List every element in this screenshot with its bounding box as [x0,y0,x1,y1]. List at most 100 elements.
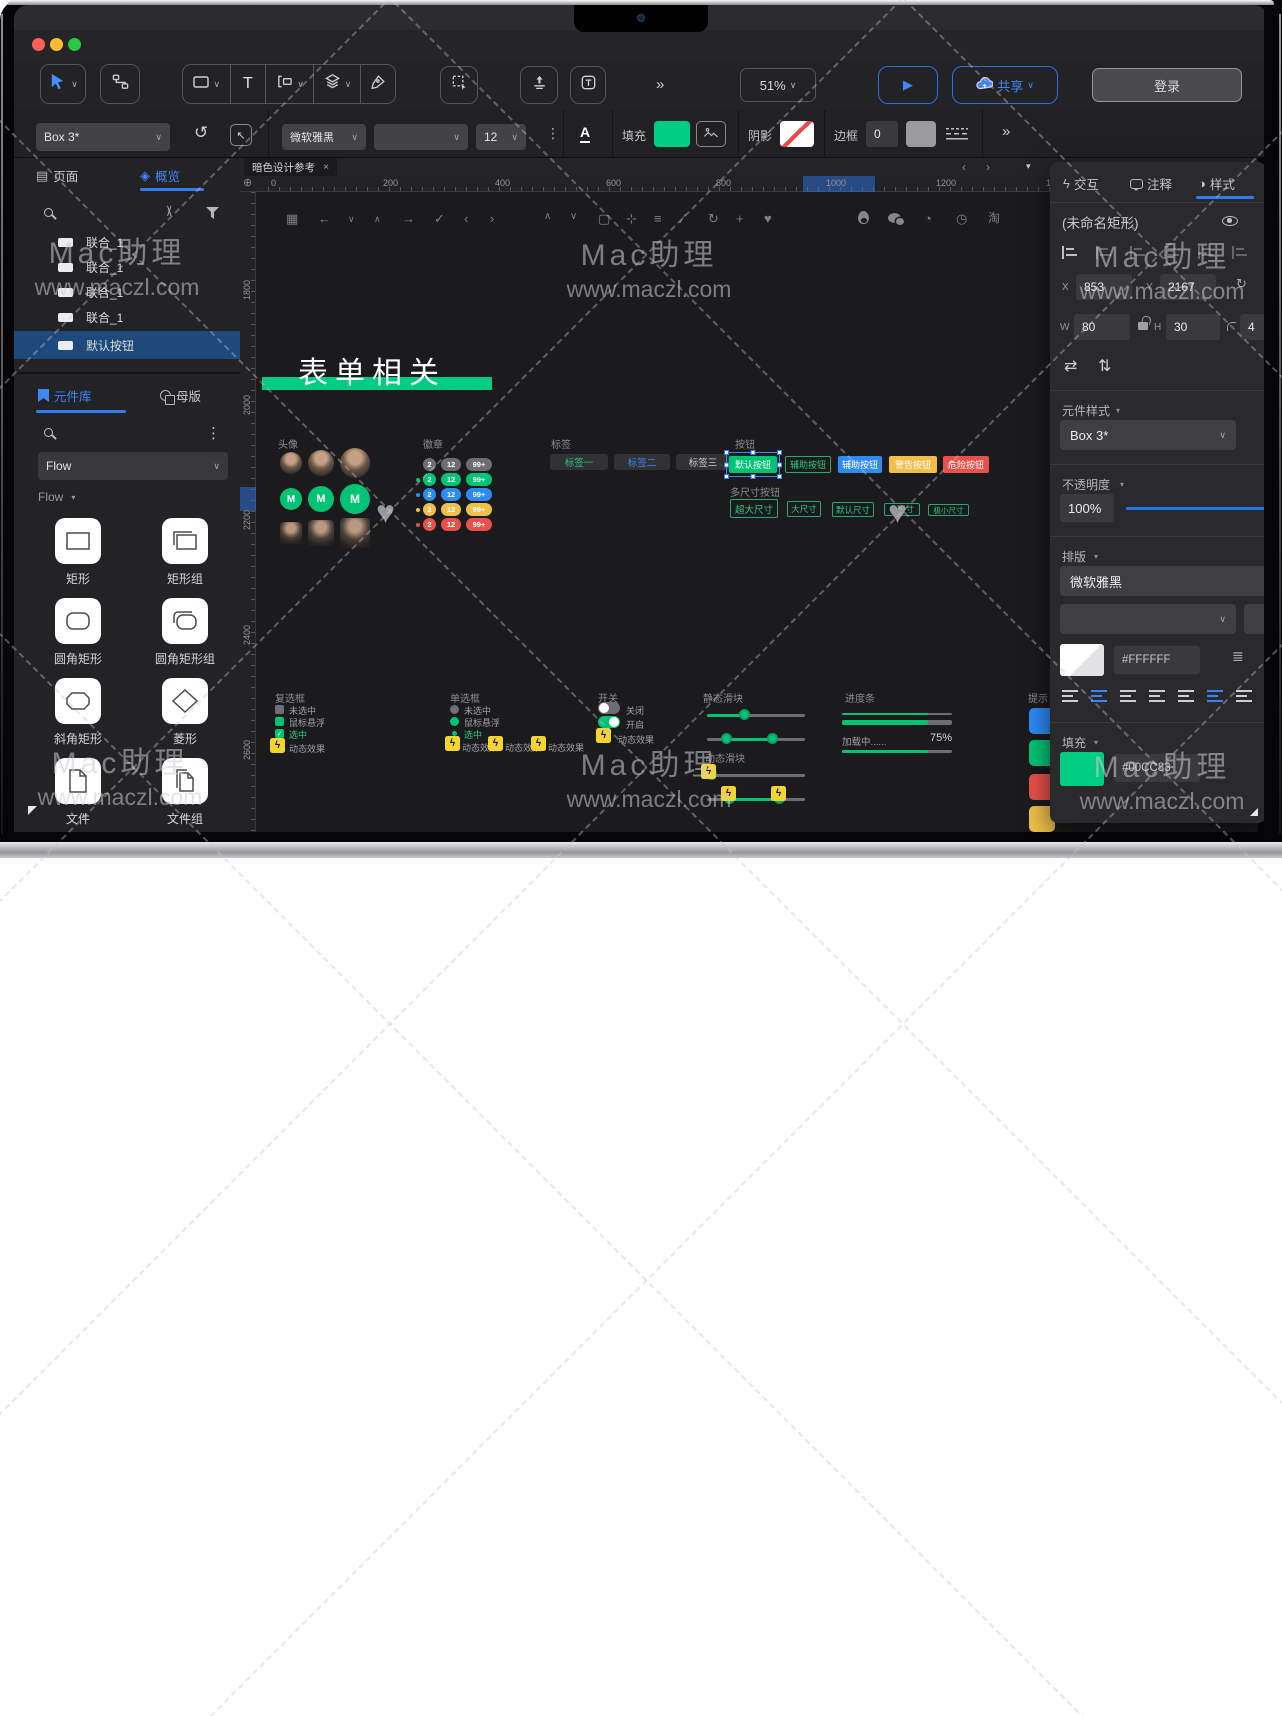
text-align-left-icon[interactable] [1062,690,1078,702]
component-diamond[interactable] [162,678,208,724]
select-source-button[interactable]: ↖ [230,124,252,146]
preview-play-button[interactable]: ▶ [878,66,938,104]
slash-icon[interactable]: ∕ [682,212,684,225]
fullscreen-icon[interactable]: ▢ [598,212,610,225]
component-rect[interactable] [55,518,101,564]
chevron-down-icon[interactable]: ∨ [348,215,355,224]
rectangle-tool-button[interactable]: ∨ [183,65,231,103]
secondary-filled-button-sample[interactable]: 辅助按钮 [838,456,882,473]
size-button-sample[interactable]: 超大尺寸 [730,499,778,518]
badge[interactable]: 2 [423,473,436,486]
align-top-icon[interactable] [1164,246,1179,259]
layer-item[interactable]: 联合_1 [14,280,240,304]
tab-component-library[interactable]: 元件库 [38,386,92,405]
lightning-badge-icon[interactable]: ϟ [721,786,736,801]
flow-connector-tool-button[interactable] [100,64,140,104]
badge[interactable]: 2 [423,488,436,501]
text-align-right-icon[interactable] [1120,690,1136,702]
opacity-slider[interactable] [1126,507,1266,510]
export-tool-button[interactable] [520,66,558,104]
ruler-origin-icon[interactable]: ⊕ [243,178,252,189]
tab-note[interactable]: 注释 [1130,174,1172,193]
search-icon[interactable] [44,428,53,437]
close-window-button[interactable] [32,38,45,51]
align-middle-icon[interactable] [1198,246,1213,259]
tab-overview[interactable]: ◈ 概览 [140,166,180,185]
share-button[interactable]: 共享 ∨ [952,66,1058,104]
switch-off[interactable] [598,702,620,714]
detach-style-icon[interactable]: ↺ [194,123,208,143]
eye-visibility-icon[interactable] [1222,216,1238,226]
badge[interactable]: 99+ [466,473,492,486]
check-icon[interactable]: ✓ [434,212,445,225]
badge[interactable]: 12 [441,503,461,516]
slider-handle[interactable] [739,709,750,720]
badge[interactable]: 2 [423,518,436,531]
badge[interactable]: 99+ [466,503,492,516]
chevron-left-icon[interactable]: ‹ [464,212,468,225]
default-button-sample[interactable]: 默认按钮 [729,456,777,473]
align-center-icon[interactable] [1096,246,1111,259]
canvas-tab[interactable]: 暗色设计参考 × [244,158,337,176]
badge[interactable]: 12 [441,473,461,486]
radius-input[interactable]: 4 [1240,314,1266,340]
filter-icon[interactable] [206,207,219,219]
checkbox-checked[interactable]: ✓ [275,729,284,738]
avatar-initial[interactable]: M [340,484,370,514]
avatar[interactable] [308,450,334,476]
avatar-initial[interactable]: M [308,486,334,512]
component-rounded-rect-group[interactable] [162,598,208,644]
chevron-up-icon[interactable]: ∧ [374,215,381,224]
badge[interactable]: 12 [441,488,461,501]
shadow-none-swatch[interactable] [780,121,814,147]
range-slider-handle[interactable] [721,733,732,744]
caret-down-icon[interactable]: ▾ [1116,406,1120,415]
chevron-right-icon[interactable]: › [490,212,494,225]
heart-icon[interactable]: ♥ [764,212,772,225]
height-input[interactable]: 30 [1166,314,1220,340]
badge[interactable]: 99+ [466,488,492,501]
layer-item[interactable]: 联合_1 [14,230,240,254]
vertical-align-middle-icon[interactable] [1207,690,1223,702]
radio-unchecked[interactable] [450,705,459,714]
flip-vertical-icon[interactable]: ⇅ [1098,356,1111,376]
wechat-icon[interactable] [888,213,901,223]
caret-down-icon[interactable]: ▾ [1120,480,1124,489]
collapse-all-icon[interactable]: ∨∧ [166,206,173,216]
font-family-dropdown[interactable]: 微软雅黑 [1060,566,1266,596]
section-heading[interactable]: 表单相关 [298,348,446,392]
tag[interactable]: 标签三 [676,454,730,470]
x-input[interactable]: 853 [1076,274,1132,300]
font-family-select[interactable]: 微软雅黑 ∨ [282,124,366,150]
caret-down-icon[interactable]: ▾ [1094,738,1098,747]
text-options-icon[interactable]: ≣ [1232,648,1244,665]
badge[interactable]: 99+ [466,518,492,531]
width-input[interactable]: 80 [1074,314,1130,340]
arrow-left-icon[interactable]: ← [318,212,331,225]
panel-resize-corner[interactable] [1250,808,1258,816]
minimize-window-button[interactable] [50,38,63,51]
vertical-align-top-icon[interactable] [1178,690,1194,702]
size-button-sample[interactable]: 默认尺寸 [832,502,874,517]
layer-item-selected[interactable]: 默认按钮 [14,331,240,359]
badge[interactable]: 12 [441,458,461,471]
avatar[interactable] [340,448,370,478]
text-tool-button[interactable]: T [231,65,267,103]
lock-ratio-icon[interactable] [1138,322,1148,330]
vertical-align-bottom-icon[interactable] [1236,690,1252,702]
fill-color-swatch[interactable] [1060,752,1104,786]
weibo-icon[interactable]: ◔ [924,212,932,225]
lightning-badge-icon[interactable]: ϟ [701,764,716,779]
avatar-square[interactable] [280,522,302,544]
close-tab-icon[interactable]: × [323,161,329,173]
checkbox-unchecked[interactable] [275,705,284,714]
component-beveled-rect[interactable] [55,678,101,724]
text-align-center-icon[interactable] [1091,690,1107,702]
chevron-up-icon[interactable]: ∧ [544,212,551,222]
fill-image-button[interactable] [696,121,726,147]
opacity-input[interactable]: 100% [1060,494,1114,522]
zoom-window-button[interactable] [68,38,81,51]
border-color-swatch[interactable] [906,121,936,147]
align-left-icon[interactable] [1062,246,1077,259]
rotate-icon[interactable]: ↻ [1236,276,1247,292]
